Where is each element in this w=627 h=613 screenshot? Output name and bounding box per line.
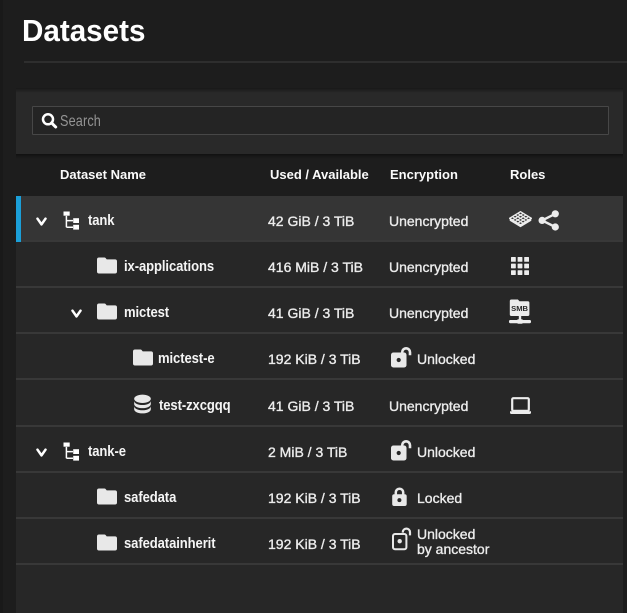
- svg-text:SMB: SMB: [511, 304, 528, 313]
